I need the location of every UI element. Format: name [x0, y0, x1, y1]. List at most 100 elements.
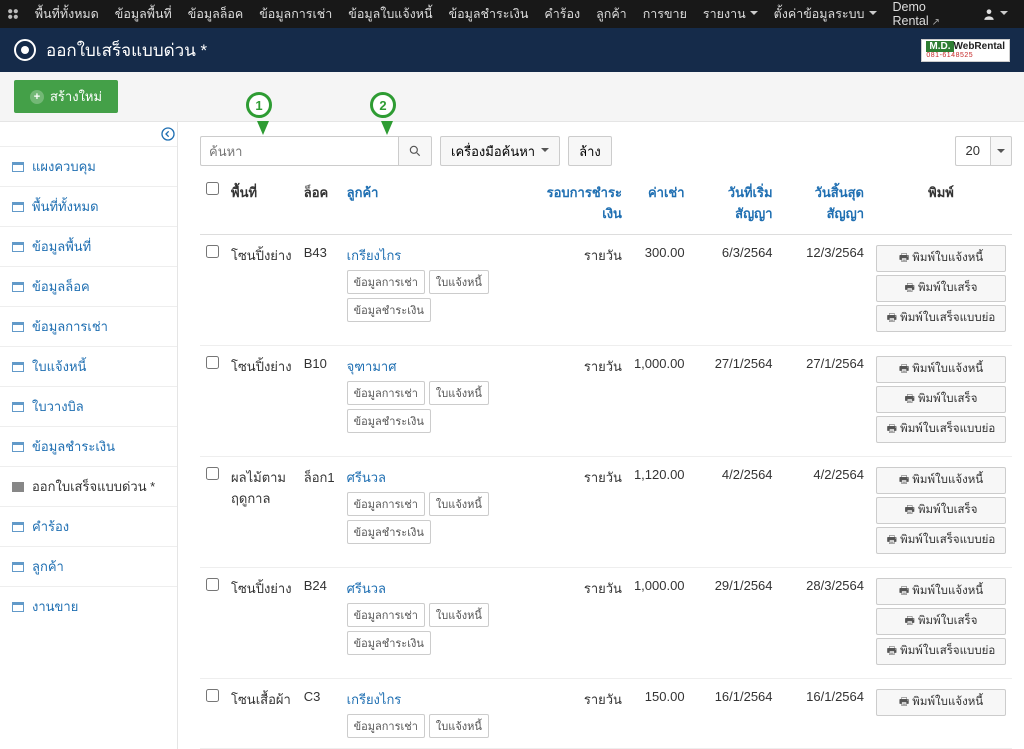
chip-rent[interactable]: ข้อมูลการเช่า — [347, 492, 425, 516]
sidebar-item[interactable]: แผงควบคุม — [0, 146, 177, 186]
print-invoice[interactable]: พิมพ์ใบแจ้งหนี้ — [876, 467, 1006, 494]
topnav-item[interactable]: ข้อมูลพื้นที่ — [107, 0, 180, 28]
customer-link[interactable]: จุฑามาศ — [347, 356, 532, 377]
chip-invoice[interactable]: ใบแจ้งหนี้ — [429, 492, 489, 516]
cell-customer: จุฑามาศข้อมูลการเช่าใบแจ้งหนี้ข้อมูลชำระ… — [341, 346, 538, 457]
title-icon — [14, 39, 36, 61]
sidebar-item[interactable]: ข้อมูลพื้นที่ — [0, 226, 177, 266]
cell-customer: ศรีนวลข้อมูลการเช่าใบแจ้งหนี้ข้อมูลชำระเ… — [341, 457, 538, 568]
print-receipt[interactable]: พิมพ์ใบเสร็จ — [876, 386, 1006, 413]
clear-button[interactable]: ล้าง — [568, 136, 612, 166]
sidebar-item-label: ใบแจ้งหนี้ — [32, 356, 86, 377]
print-receipt_short[interactable]: พิมพ์ใบเสร็จแบบย่อ — [876, 527, 1006, 554]
topnav-item[interactable]: ข้อมูลการเช่า — [251, 0, 340, 28]
topnav-item[interactable]: ข้อมูลชำระเงิน — [441, 0, 537, 28]
print-receipt[interactable]: พิมพ์ใบเสร็จ — [876, 497, 1006, 524]
table-row: โซนเสื้อผ้าC3เกรียงไกรข้อมูลการเช่าใบแจ้… — [200, 679, 1012, 749]
cell-area: โซนเสื้อผ้า — [225, 679, 298, 749]
chip-payment[interactable]: ข้อมูลชำระเงิน — [347, 631, 431, 655]
col-customer[interactable]: ลูกค้า — [341, 176, 538, 235]
topnav-item[interactable]: ข้อมูลล็อค — [180, 0, 251, 28]
topnav-item[interactable]: พื้นที่ทั้งหมด — [27, 0, 107, 28]
cell-rent: 150.00 — [628, 679, 691, 749]
print-receipt[interactable]: พิมพ์ใบเสร็จ — [876, 275, 1006, 302]
chip-payment[interactable]: ข้อมูลชำระเงิน — [347, 298, 431, 322]
customer-link[interactable]: ศรีนวล — [347, 578, 532, 599]
folder-icon — [12, 522, 24, 532]
chip-payment[interactable]: ข้อมูลชำระเงิน — [347, 520, 431, 544]
sidebar-item[interactable]: ข้อมูลชำระเงิน — [0, 426, 177, 466]
topnav-item[interactable]: การขาย — [635, 0, 695, 28]
print-receipt[interactable]: พิมพ์ใบเสร็จ — [876, 608, 1006, 635]
folder-icon — [12, 442, 24, 452]
chip-rent[interactable]: ข้อมูลการเช่า — [347, 270, 425, 294]
search-group — [200, 136, 432, 166]
limit-select[interactable]: 20 — [955, 136, 1012, 166]
chip-invoice[interactable]: ใบแจ้งหนี้ — [429, 381, 489, 405]
new-button[interactable]: สร้างใหม่ — [14, 80, 118, 113]
row-checkbox[interactable] — [206, 689, 219, 702]
print-receipt_short[interactable]: พิมพ์ใบเสร็จแบบย่อ — [876, 416, 1006, 443]
print-receipt_short[interactable]: พิมพ์ใบเสร็จแบบย่อ — [876, 638, 1006, 665]
cell-cycle: รายวัน — [537, 346, 628, 457]
sidebar-item[interactable]: ออกใบเสร็จแบบด่วน * — [0, 466, 177, 506]
customer-link[interactable]: ศรีนวล — [347, 467, 532, 488]
sidebar-item[interactable]: พื้นที่ทั้งหมด — [0, 186, 177, 226]
search-tools-button[interactable]: เครื่องมือค้นหา — [440, 136, 560, 166]
chip-rent[interactable]: ข้อมูลการเช่า — [347, 603, 425, 627]
row-checkbox[interactable] — [206, 578, 219, 591]
cell-lock: B43 — [298, 235, 341, 346]
sidebar-item[interactable]: ใบแจ้งหนี้ — [0, 346, 177, 386]
folder-icon — [12, 322, 24, 332]
sidebar-item[interactable]: ข้อมูลการเช่า — [0, 306, 177, 346]
chip-invoice[interactable]: ใบแจ้งหนี้ — [429, 603, 489, 627]
search-button[interactable] — [398, 136, 432, 166]
user-icon — [982, 7, 996, 21]
customer-link[interactable]: เกรียงไกร — [347, 245, 532, 266]
sidebar-item[interactable]: งานขาย — [0, 586, 177, 626]
user-menu[interactable] — [970, 7, 1018, 21]
col-cycle[interactable]: รอบการชำระเงิน — [537, 176, 628, 235]
cell-start: 29/1/2564 — [691, 568, 779, 679]
annotation-marker-2: 2 — [370, 92, 396, 118]
joomla-icon[interactable] — [6, 5, 21, 23]
print-invoice[interactable]: พิมพ์ใบแจ้งหนี้ — [876, 689, 1006, 716]
cell-rent: 1,000.00 — [628, 568, 691, 679]
topnav-item[interactable]: ข้อมูลใบแจ้งหนี้ — [340, 0, 440, 28]
row-checkbox[interactable] — [206, 467, 219, 480]
topnav-item[interactable]: ตั้งค่าข้อมูลระบบ — [766, 0, 885, 28]
folder-icon — [12, 282, 24, 292]
cell-area: โซนปิ้งย่าง — [225, 346, 298, 457]
chip-rent[interactable]: ข้อมูลการเช่า — [347, 714, 425, 738]
sidebar-item-label: ลูกค้า — [32, 556, 64, 577]
sidebar-item[interactable]: คำร้อง — [0, 506, 177, 546]
chip-invoice[interactable]: ใบแจ้งหนี้ — [429, 714, 489, 738]
col-start[interactable]: วันที่เริ่มสัญญา — [691, 176, 779, 235]
search-input[interactable] — [200, 136, 398, 166]
cell-end: 28/3/2564 — [779, 568, 870, 679]
folder-icon — [12, 602, 24, 612]
print-invoice[interactable]: พิมพ์ใบแจ้งหนี้ — [876, 578, 1006, 605]
topnav-item[interactable]: รายงาน — [695, 0, 766, 28]
select-all-checkbox[interactable] — [206, 182, 219, 195]
col-rent[interactable]: ค่าเช่า — [628, 176, 691, 235]
topnav-item[interactable]: ลูกค้า — [588, 0, 635, 28]
chip-rent[interactable]: ข้อมูลการเช่า — [347, 381, 425, 405]
sidebar-item[interactable]: ข้อมูลล็อค — [0, 266, 177, 306]
print-invoice[interactable]: พิมพ์ใบแจ้งหนี้ — [876, 245, 1006, 272]
sitename-link[interactable]: Demo Rental — [885, 0, 971, 28]
print-receipt_short[interactable]: พิมพ์ใบเสร็จแบบย่อ — [876, 305, 1006, 332]
chip-payment[interactable]: ข้อมูลชำระเงิน — [347, 409, 431, 433]
row-checkbox[interactable] — [206, 245, 219, 258]
sidebar-item[interactable]: ลูกค้า — [0, 546, 177, 586]
sidebar-collapse-icon[interactable] — [160, 126, 176, 145]
col-end[interactable]: วันสิ้นสุดสัญญา — [779, 176, 870, 235]
sidebar-item[interactable]: ใบวางบิล — [0, 386, 177, 426]
topnav-item[interactable]: คำร้อง — [536, 0, 588, 28]
col-print: พิมพ์ — [870, 176, 1012, 235]
customer-link[interactable]: เกรียงไกร — [347, 689, 532, 710]
chip-invoice[interactable]: ใบแจ้งหนี้ — [429, 270, 489, 294]
print-invoice[interactable]: พิมพ์ใบแจ้งหนี้ — [876, 356, 1006, 383]
row-checkbox[interactable] — [206, 356, 219, 369]
cell-customer: เกรียงไกรข้อมูลการเช่าใบแจ้งหนี้ข้อมูลชำ… — [341, 235, 538, 346]
